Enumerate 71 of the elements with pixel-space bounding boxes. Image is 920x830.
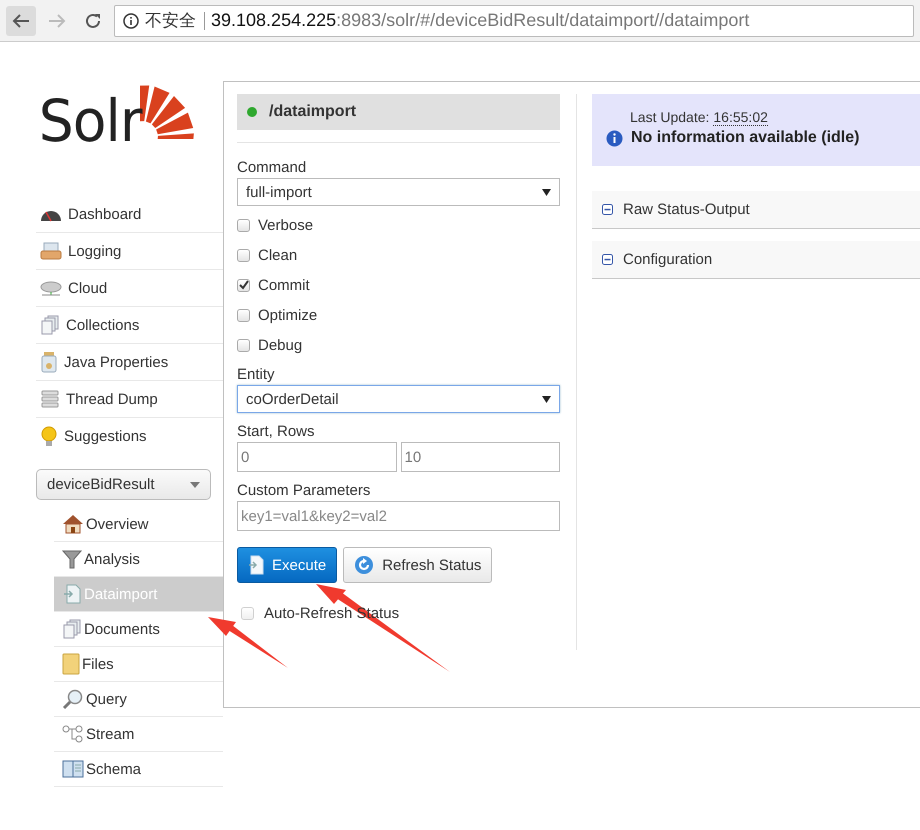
nav-item[interactable]: Dashboard (36, 196, 223, 233)
last-update-label: Last Update: (630, 109, 710, 126)
checkbox[interactable] (237, 278, 250, 292)
parameters-field[interactable]: key1=val1&key2=val2 (237, 501, 560, 531)
checkbox[interactable] (237, 218, 250, 232)
core-menu-item[interactable]: Stream (54, 717, 223, 752)
nav-item[interactable]: Logging (36, 233, 223, 270)
collapsible-section[interactable]: Raw Status-Output (592, 191, 920, 229)
info-icon (123, 12, 139, 28)
caret-icon (190, 482, 200, 488)
field-label: Entity (237, 366, 276, 383)
house-icon (62, 514, 84, 534)
documents-icon (40, 315, 60, 335)
checkbox[interactable] (237, 308, 250, 322)
import-file-icon (62, 584, 82, 604)
stack-icon (40, 389, 60, 409)
lightbulb-icon (40, 426, 58, 448)
nodes-icon (62, 725, 84, 743)
checkbox-label: Commit (258, 276, 310, 294)
status-message: No information available (idle) (631, 129, 860, 147)
entity-select[interactable]: coOrderDetail (237, 385, 560, 413)
jar-icon (40, 351, 58, 373)
cloud-icon (40, 280, 62, 296)
command-select[interactable]: full-import (237, 178, 560, 206)
security-label: 不安全 (145, 12, 205, 30)
book-icon (62, 759, 84, 779)
handler-header: /dataimport (237, 94, 560, 130)
import-file-icon (248, 555, 264, 575)
last-update-time: 16:55:02 (713, 109, 768, 126)
checkbox-label: Clean (258, 246, 298, 264)
back-button[interactable] (6, 6, 36, 36)
checkbox-label: Optimize (258, 306, 318, 324)
checkbox-label: Debug (258, 336, 302, 354)
core-selector[interactable]: deviceBidResult (36, 469, 211, 500)
inbox-icon (40, 242, 62, 260)
reload-icon (84, 12, 102, 30)
nav-item[interactable]: Collections (36, 307, 223, 344)
core-menu-item[interactable]: Schema (54, 752, 223, 787)
address-bar[interactable]: 不安全 39.108.254.225:8983/solr/#/deviceBidResult/dataimport//dataimport (114, 4, 914, 36)
folder-icon (62, 653, 80, 675)
nav-item[interactable]: Cloud (36, 270, 223, 307)
core-menu-item[interactable]: Query (54, 682, 223, 717)
nav-item[interactable]: Thread Dump (36, 381, 223, 418)
documents-icon (62, 619, 82, 639)
refresh-button[interactable]: Refresh Status (343, 547, 492, 583)
field-label: Command (237, 159, 308, 176)
logo-text: Solr (38, 86, 142, 157)
caret-icon (542, 188, 551, 196)
core-menu-item[interactable]: Overview (54, 507, 223, 542)
collapse-icon (602, 254, 613, 265)
caret-icon (542, 396, 551, 402)
collapsible-section[interactable]: Configuration (592, 241, 920, 279)
checkbox[interactable] (237, 248, 250, 262)
forward-arrow-icon (48, 12, 66, 28)
url-text: 39.108.254.225:8983/solr/#/deviceBidResult/dataimport//dataimport (211, 10, 750, 31)
rows-field[interactable]: 10 (400, 442, 560, 472)
field-label: Start, Rows (237, 423, 316, 440)
info-icon (606, 130, 623, 146)
checkbox[interactable] (237, 338, 250, 352)
back-arrow-icon (12, 12, 30, 28)
magnifier-icon (62, 689, 84, 709)
nav-item[interactable]: Suggestions (36, 418, 223, 455)
checkbox-label: Verbose (258, 216, 314, 234)
collapse-icon (602, 204, 613, 215)
funnel-icon (62, 549, 82, 569)
core-menu-item[interactable]: Files (54, 647, 223, 682)
field-label: Custom Parameters (237, 482, 372, 499)
execute-button[interactable]: Execute (237, 547, 338, 583)
refresh-icon (354, 555, 374, 575)
nav-item[interactable]: Java Properties (36, 344, 223, 381)
start-field[interactable]: 0 (237, 442, 396, 472)
